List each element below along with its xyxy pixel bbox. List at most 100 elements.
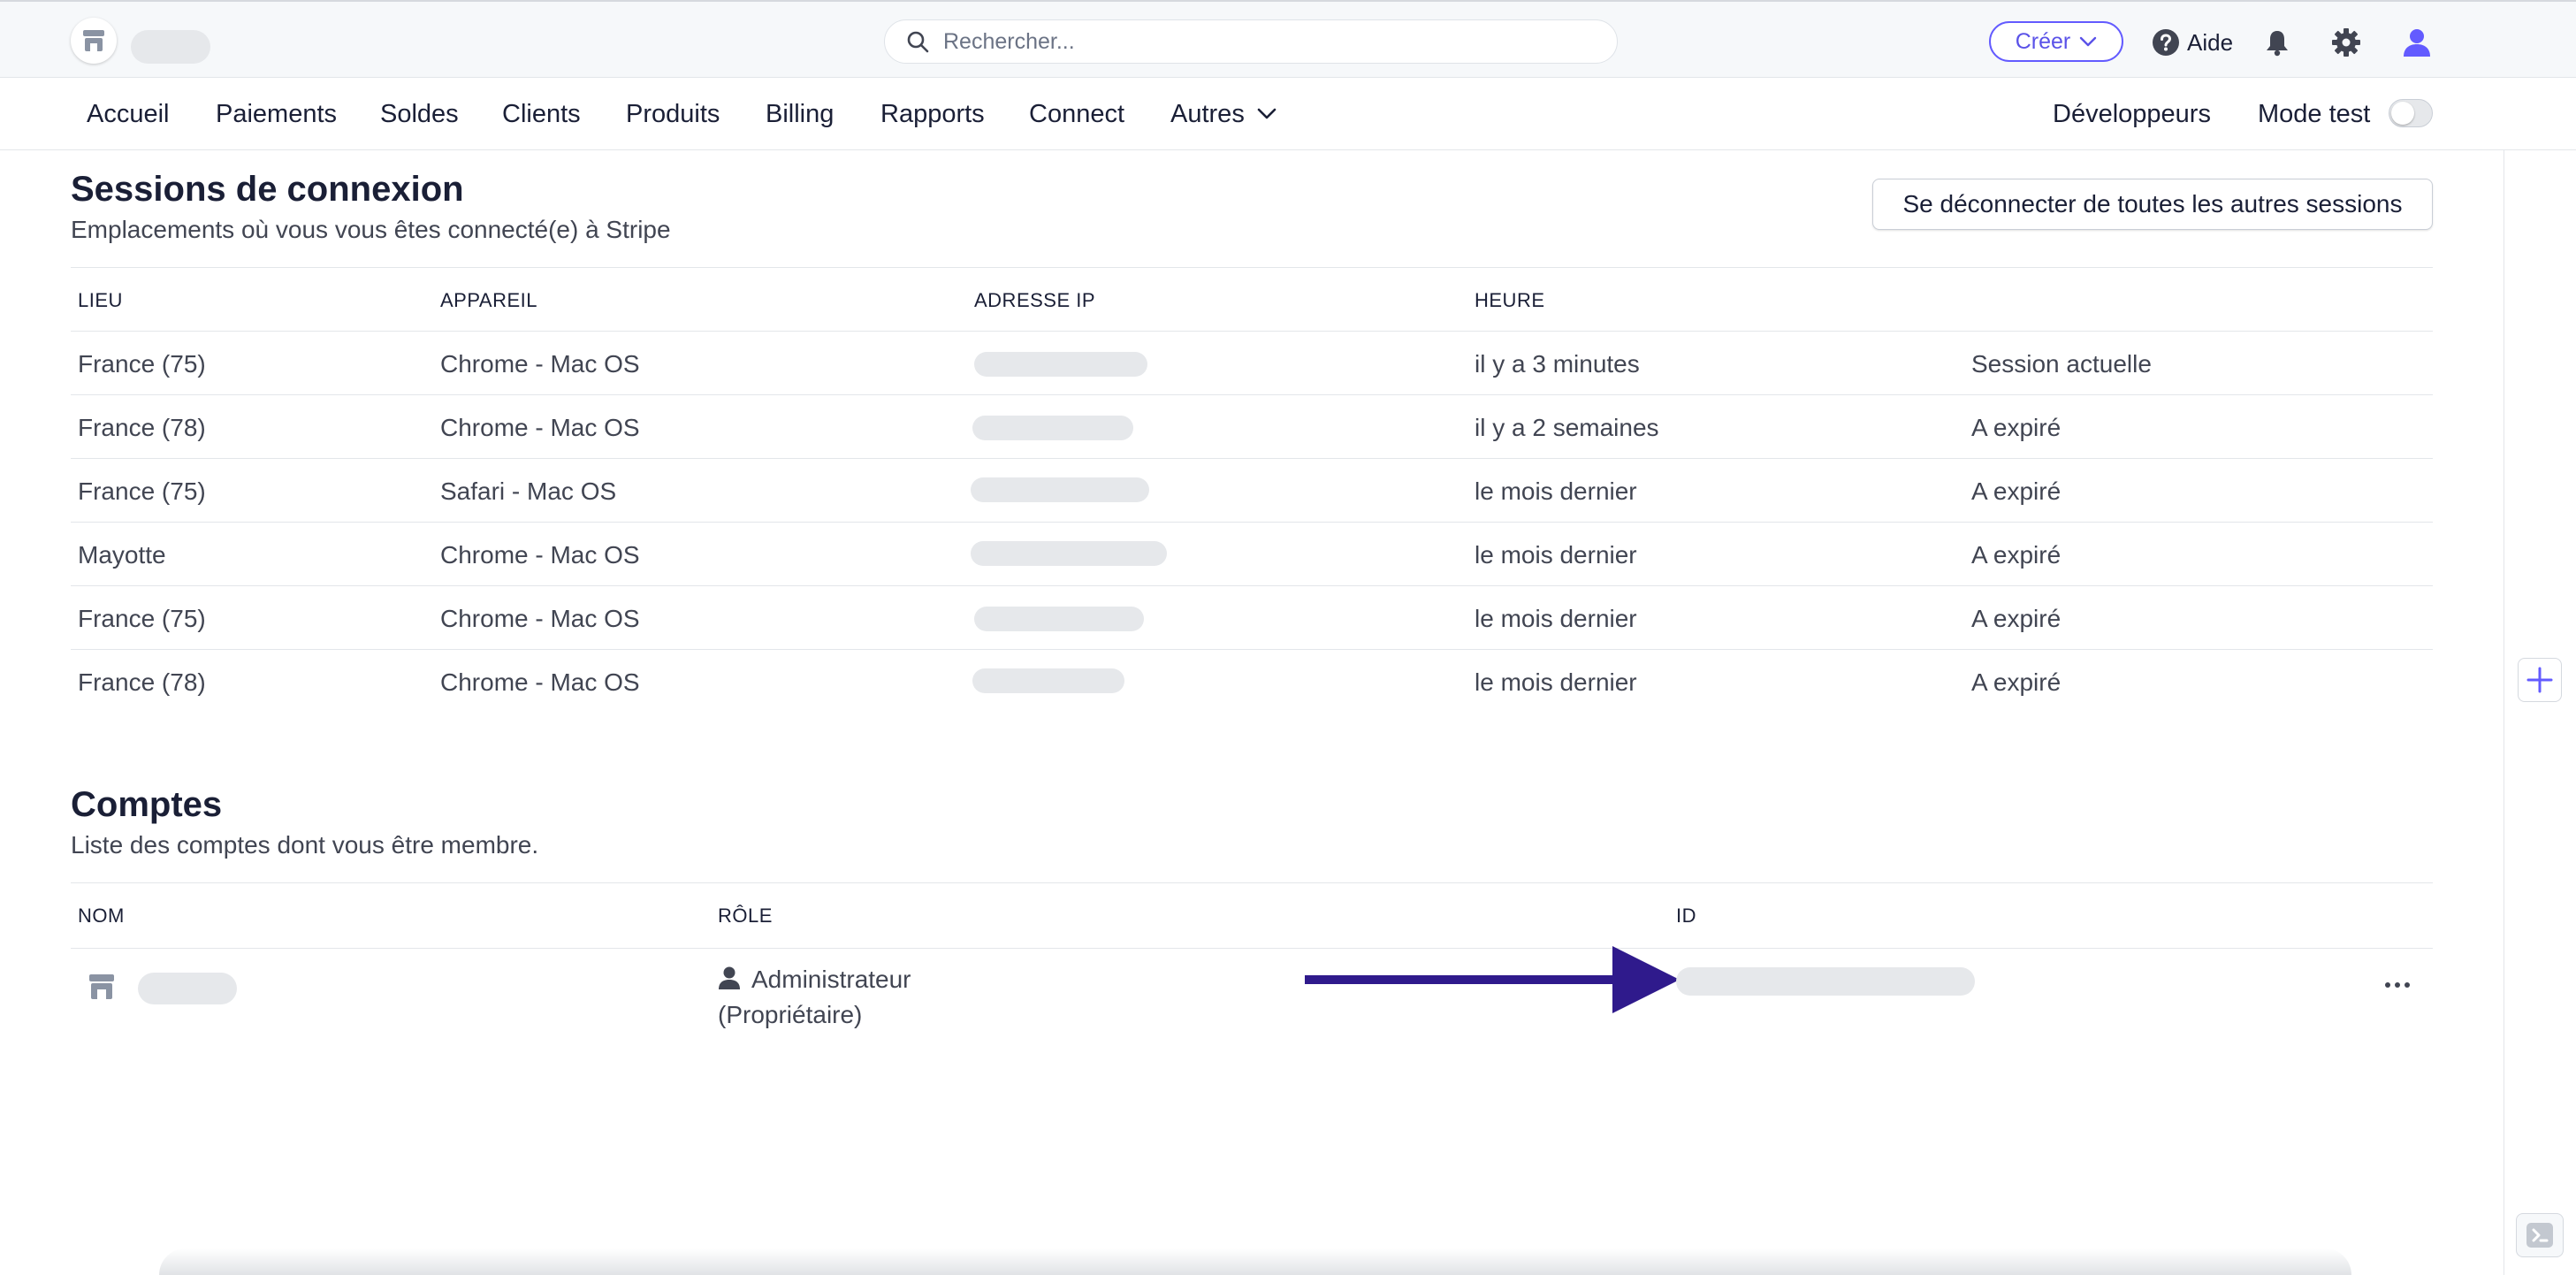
main-nav: Accueil Paiements Soldes Clients Produit… (0, 78, 2576, 150)
user-icon (719, 966, 740, 989)
session-device: Chrome - Mac OS (440, 350, 640, 378)
session-ip-redacted (972, 668, 1124, 693)
chevron-down-icon (1257, 108, 1277, 119)
account-id-redacted (1676, 967, 1975, 996)
role-qualifier: (Propriétaire) (718, 1001, 863, 1028)
row-divider (71, 458, 2433, 459)
session-ip-redacted (972, 416, 1133, 440)
notifications-button[interactable] (2260, 25, 2295, 60)
col-header-name: NOM (78, 905, 125, 927)
session-location: France (75) (78, 350, 206, 378)
row-divider (71, 649, 2433, 650)
more-icon (2395, 982, 2400, 988)
nav-item-rapports[interactable]: Rapports (880, 97, 985, 131)
sessions-table-top-divider (71, 267, 2433, 268)
session-device: Chrome - Mac OS (440, 541, 640, 569)
shell-button[interactable] (2516, 1213, 2564, 1257)
terminal-icon (2526, 1223, 2553, 1248)
session-location: France (78) (78, 414, 206, 441)
sessions-header-divider (71, 331, 2433, 332)
session-time: le mois dernier (1475, 541, 1637, 569)
accounts-subtitle: Liste des comptes dont vous être membre. (71, 831, 539, 859)
store-icon (83, 30, 104, 51)
session-status: A expiré (1971, 477, 2062, 505)
sessions-title: Sessions de connexion (71, 170, 464, 209)
nav-item-soldes[interactable]: Soldes (380, 97, 459, 131)
chevron-down-icon (2080, 36, 2097, 47)
session-time: le mois dernier (1475, 477, 1637, 505)
row-divider (71, 522, 2433, 523)
more-icon (2385, 982, 2390, 988)
session-status: A expiré (1971, 541, 2062, 569)
session-time: il y a 3 minutes (1475, 350, 1640, 378)
col-header-device: APPAREIL (440, 289, 537, 311)
nav-item-produits[interactable]: Produits (626, 97, 720, 131)
search-input[interactable] (941, 27, 1564, 56)
session-ip-redacted (971, 477, 1149, 502)
plus-icon (2526, 667, 2553, 693)
help-button[interactable]: Aide (2152, 25, 2233, 60)
col-header-role: RÔLE (718, 905, 773, 927)
session-time: le mois dernier (1475, 605, 1637, 632)
col-header-location: LIEU (78, 289, 123, 311)
session-location: France (75) (78, 605, 206, 632)
session-ip-redacted (974, 352, 1147, 377)
store-icon (89, 974, 114, 999)
bottom-shadow-decoration (159, 1248, 2351, 1275)
session-status: A expiré (1971, 605, 2062, 632)
session-time: le mois dernier (1475, 668, 1637, 696)
session-ip-redacted (974, 607, 1144, 631)
profile-button[interactable] (2399, 25, 2435, 60)
session-time: il y a 2 semaines (1475, 414, 1659, 441)
user-icon (2404, 29, 2430, 57)
create-label: Créer (2015, 28, 2071, 54)
logout-all-sessions-button[interactable]: Se déconnecter de toutes les autres sess… (1872, 179, 2433, 230)
arrow-annotation (1305, 946, 1680, 1013)
session-device: Chrome - Mac OS (440, 668, 640, 696)
session-status: A expiré (1971, 668, 2062, 696)
more-actions-button[interactable] (2380, 969, 2415, 1001)
session-device: Safari - Mac OS (440, 477, 617, 505)
more-icon (2405, 982, 2410, 988)
nav-item-accueil[interactable]: Accueil (87, 97, 170, 131)
create-button[interactable]: Créer (1989, 21, 2123, 62)
row-divider (71, 585, 2433, 586)
row-divider (71, 394, 2433, 395)
account-name-redacted (138, 973, 237, 1004)
session-location: Mayotte (78, 541, 166, 569)
help-icon (2153, 29, 2179, 56)
col-header-time: HEURE (1475, 289, 1545, 311)
account-switcher[interactable] (71, 18, 117, 64)
session-location: France (78) (78, 668, 206, 696)
settings-button[interactable] (2328, 25, 2364, 60)
gear-icon (2332, 28, 2360, 57)
session-ip-redacted (971, 541, 1167, 566)
test-mode-toggle[interactable] (2389, 99, 2433, 127)
session-status: A expiré (1971, 414, 2062, 441)
search-bar[interactable] (884, 19, 1618, 64)
nav-item-billing[interactable]: Billing (766, 97, 834, 131)
nav-item-clients[interactable]: Clients (502, 97, 581, 131)
account-name-redacted (131, 30, 210, 64)
nav-item-autres-label: Autres (1170, 100, 1245, 128)
role-title: Administrateur (751, 966, 911, 993)
session-device: Chrome - Mac OS (440, 414, 640, 441)
sessions-subtitle: Emplacements où vous vous êtes connecté(… (71, 216, 671, 243)
developers-link[interactable]: Développeurs (2053, 97, 2211, 131)
nav-item-paiements[interactable]: Paiements (216, 97, 337, 131)
session-status: Session actuelle (1971, 350, 2152, 378)
nav-item-connect[interactable]: Connect (1029, 97, 1124, 131)
bell-icon (2267, 31, 2288, 57)
accounts-title: Comptes (71, 785, 223, 824)
top-bar: Créer Aide (0, 0, 2576, 78)
accounts-header-divider (71, 948, 2433, 949)
test-mode-label: Mode test (2258, 100, 2371, 128)
help-label: Aide (2187, 28, 2234, 56)
accounts-table-top-divider (71, 882, 2433, 883)
nav-item-autres[interactable]: Autres (1170, 97, 1277, 131)
session-device: Chrome - Mac OS (440, 605, 640, 632)
col-header-id: ID (1676, 905, 1696, 927)
session-location: France (75) (78, 477, 206, 505)
toggle-knob (2391, 102, 2414, 125)
add-button[interactable] (2518, 658, 2562, 702)
